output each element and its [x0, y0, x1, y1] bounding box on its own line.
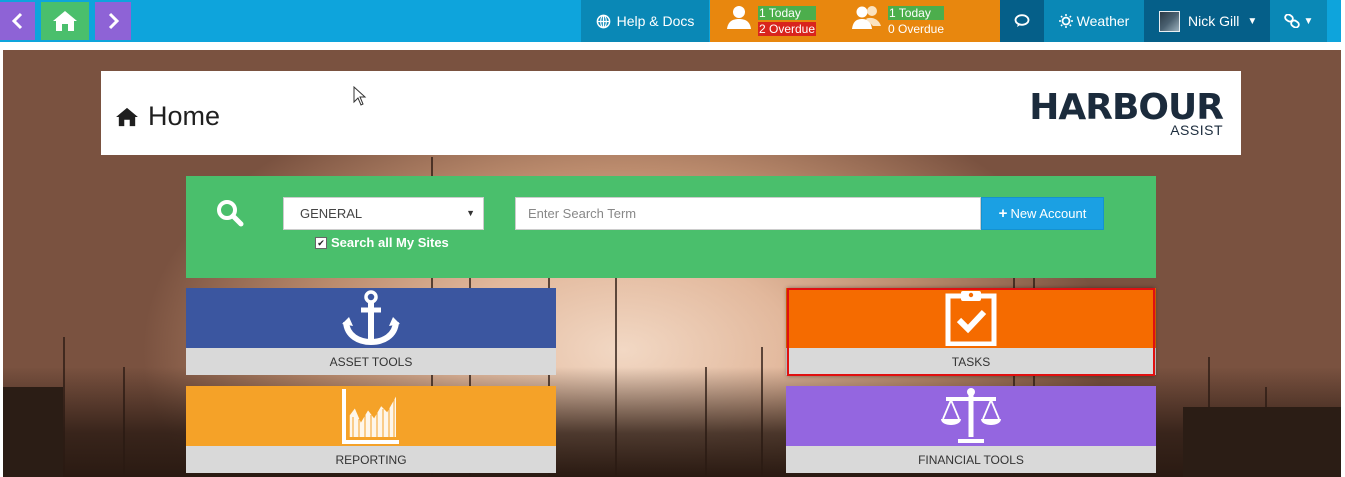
search-icon — [216, 199, 244, 232]
my-tasks-today: 1 Today — [758, 6, 817, 20]
team-tasks-summary[interactable]: 1 Today 0 Overdue — [852, 4, 945, 36]
team-tasks-overdue: 0 Overdue — [888, 22, 945, 36]
tile-financial-tools[interactable]: FINANCIAL TOOLS — [786, 386, 1156, 473]
chevron-right-icon — [108, 12, 120, 30]
tile-label: FINANCIAL TOOLS — [786, 446, 1156, 473]
plus-icon: + — [998, 205, 1008, 222]
search-category-select[interactable]: GENERAL ▼ — [283, 197, 484, 230]
caret-down-icon: ▼ — [1247, 15, 1258, 27]
team-tasks-today: 1 Today — [888, 6, 945, 20]
sun-icon — [1058, 14, 1073, 28]
page-title-text: Home — [148, 101, 221, 131]
tile-label: ASSET TOOLS — [186, 348, 556, 375]
logo-text: HARBOUR — [1029, 87, 1224, 128]
tile-label: REPORTING — [186, 446, 556, 473]
chat-icon — [1014, 14, 1030, 27]
home-icon — [53, 11, 77, 31]
tile-tasks[interactable]: TASKS — [786, 288, 1156, 376]
chevron-down-icon: ▼ — [466, 208, 475, 218]
back-button[interactable] — [0, 2, 35, 40]
search-category-value: GENERAL — [300, 206, 363, 221]
chat-button[interactable] — [1000, 0, 1044, 42]
home-icon — [116, 107, 138, 126]
search-input[interactable] — [515, 197, 981, 230]
search-panel: GENERAL ▼ ✔ Search all My Sites + New Ac… — [186, 176, 1156, 278]
page-header: Home HARBOUR ASSIST — [101, 71, 1241, 155]
users-group-icon — [852, 6, 881, 29]
help-docs-label: Help & Docs — [616, 13, 695, 29]
my-tasks-summary[interactable]: 1 Today 2 Overdue — [726, 4, 817, 36]
new-account-label: New Account — [1010, 206, 1087, 221]
weather-label: Weather — [1076, 13, 1130, 29]
link-icon — [1283, 14, 1300, 28]
my-tasks-overdue: 2 Overdue — [758, 22, 817, 36]
links-menu[interactable]: ▼ — [1270, 0, 1327, 42]
user-menu[interactable]: Nick Gill ▼ — [1144, 0, 1270, 42]
tile-reporting[interactable]: REPORTING — [186, 386, 556, 473]
user-name: Nick Gill — [1188, 13, 1240, 29]
avatar — [1159, 10, 1180, 32]
page-title: Home — [115, 101, 220, 132]
search-all-sites-label: Search all My Sites — [331, 235, 449, 250]
mouse-cursor-icon — [353, 86, 367, 106]
task-summary: 1 Today 2 Overdue 1 Today 0 Overdue — [710, 0, 1000, 42]
area-chart-icon — [342, 389, 399, 444]
top-navigation-bar: Help & Docs 1 Today 2 Overdue 1 Today 0 … — [0, 0, 1341, 42]
clipboard-check-icon — [945, 291, 997, 346]
caret-down-icon: ▼ — [1303, 15, 1314, 27]
search-all-sites-option: ✔ Search all My Sites — [315, 235, 449, 250]
harbour-assist-logo: HARBOUR ASSIST — [1029, 87, 1224, 138]
user-icon — [727, 6, 751, 29]
globe-icon — [596, 14, 610, 28]
tile-label: TASKS — [786, 348, 1156, 375]
scales-icon — [941, 388, 1001, 443]
forward-button[interactable] — [95, 2, 131, 40]
new-account-button[interactable]: + New Account — [981, 197, 1104, 230]
chevron-left-icon — [11, 12, 22, 30]
weather-button[interactable]: Weather — [1044, 0, 1144, 42]
search-all-sites-checkbox[interactable]: ✔ — [315, 236, 327, 249]
home-button[interactable] — [41, 2, 89, 40]
tile-asset-tools[interactable]: ASSET TOOLS — [186, 288, 556, 375]
anchor-icon — [342, 290, 400, 346]
help-docs-button[interactable]: Help & Docs — [581, 0, 709, 42]
